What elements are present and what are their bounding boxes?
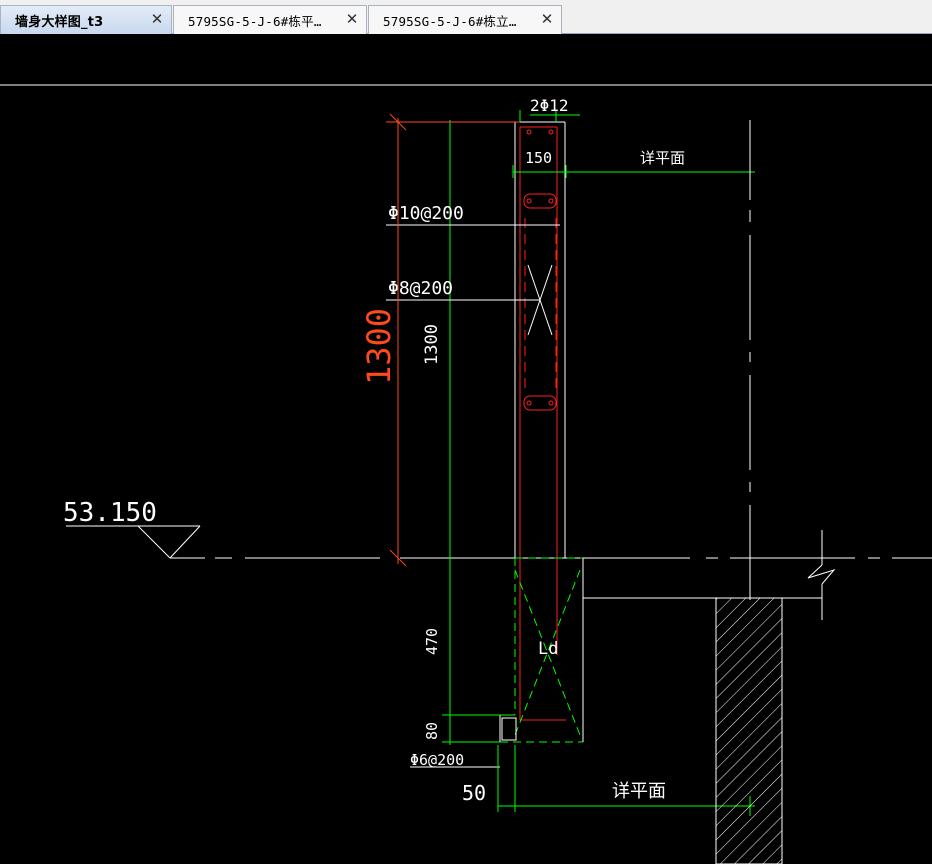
tab-building-elevation[interactable]: 5795SG-5-J-6#栋立… ✕ [368, 5, 562, 34]
anchor-label: Ld [538, 639, 558, 659]
see-plan-top-label: 详平面 [640, 149, 685, 167]
lower-dimensions [442, 714, 755, 816]
stirrup-label-3: Φ6@200 [410, 751, 464, 769]
tab-wall-detail[interactable]: 墙身大样图_t3 ✕ [0, 5, 172, 34]
tab-building-plan[interactable]: 5795SG-5-J-6#栋平… ✕ [173, 5, 367, 34]
tab-bar: 墙身大样图_t3 ✕ 5795SG-5-J-6#栋平… ✕ 5795SG-5-J… [0, 0, 932, 34]
close-icon[interactable]: ✕ [344, 10, 360, 28]
red-height-dimension [386, 113, 520, 567]
stirrup-label-1: Φ10@200 [388, 203, 464, 224]
cad-drawing-canvas[interactable]: 53.150 Φ10@200 Φ8@200 2Φ12 150 详平面 1300 … [0, 34, 932, 864]
elevation-label: 53.150 [63, 498, 157, 528]
close-icon[interactable]: ✕ [149, 10, 165, 28]
top-rebar-label: 2Φ12 [530, 96, 569, 115]
floor-slab [583, 530, 836, 620]
below-height-label: 470 [423, 628, 441, 655]
height-label-red: 1300 [360, 308, 398, 385]
tab-label: 墙身大样图_t3 [15, 14, 104, 30]
step-height-label: 80 [423, 722, 441, 740]
green-dimensions [449, 110, 755, 745]
tab-label: 5795SG-5-J-6#栋平… [188, 13, 322, 29]
tab-label: 5795SG-5-J-6#栋立… [383, 13, 517, 29]
height-label-white: 1300 [422, 324, 442, 365]
hatched-column [715, 597, 783, 864]
rebar-red-guides [524, 218, 557, 390]
offset-label: 50 [462, 781, 486, 805]
see-plan-bottom-label: 详平面 [612, 781, 666, 802]
parapet-rebar [519, 126, 566, 721]
elevation-marker [66, 525, 201, 559]
wall-width-label: 150 [525, 149, 552, 167]
close-icon[interactable]: ✕ [539, 10, 555, 28]
